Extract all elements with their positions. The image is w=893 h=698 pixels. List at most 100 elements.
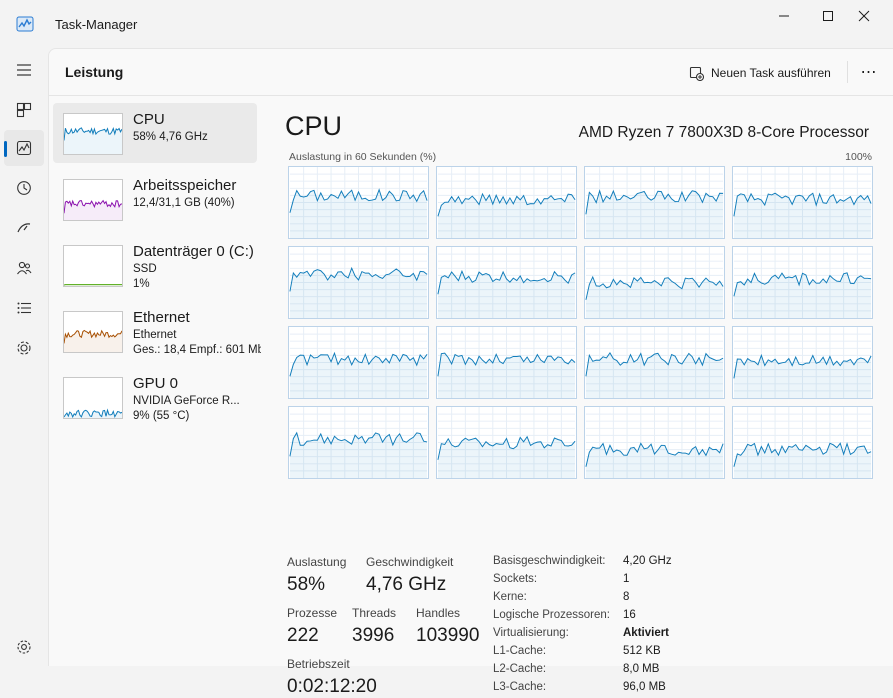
logical-processor-graph	[436, 406, 577, 479]
header-divider	[847, 61, 848, 83]
resource-item-disk[interactable]: Datenträger 0 (C:) SSD 1%	[53, 235, 257, 295]
spec-key-virtualization: Virtualisierung:	[493, 627, 569, 639]
resource-name: CPU	[133, 111, 165, 128]
page-header: Leistung Neuen Task ausführen ⋯	[49, 49, 893, 96]
nav-performance[interactable]	[4, 130, 44, 166]
processes-label: Prozesse	[287, 606, 337, 620]
logical-processor-graph	[436, 246, 577, 319]
close-button[interactable]	[844, 6, 884, 26]
nav-users[interactable]	[4, 250, 44, 286]
logical-processor-graph	[288, 166, 429, 239]
nav-menu-button[interactable]	[4, 52, 44, 88]
core-usage-area	[586, 353, 723, 398]
logical-processor-graph	[288, 406, 429, 479]
logical-processor-graph	[732, 246, 873, 319]
spec-key-l1-cache: L1-Cache:	[493, 645, 546, 657]
speed-label: Geschwindigkeit	[366, 555, 453, 569]
title-bar: Task-Manager	[0, 0, 893, 48]
settings-button[interactable]	[12, 635, 36, 659]
spec-value-virtualization: Aktiviert	[623, 627, 669, 639]
threads-label: Threads	[352, 606, 396, 620]
core-usage-area	[290, 433, 427, 478]
logical-processor-graphs	[288, 166, 873, 484]
resource-item-ethernet[interactable]: Ethernet Ethernet Ges.: 18,4 Empf.: 601 …	[53, 301, 257, 361]
cpu-thumbnail-graph	[63, 113, 123, 155]
nav-processes[interactable]	[4, 92, 44, 128]
graph-max-label: 100%	[845, 151, 872, 163]
details-icon	[16, 300, 32, 316]
thumbnail-usage-area	[64, 331, 122, 353]
run-new-task-label: Neuen Task ausführen	[711, 66, 831, 80]
resource-item-memory[interactable]: Arbeitsspeicher 12,4/31,1 GB (40%)	[53, 169, 257, 229]
utilization-value: 58%	[287, 574, 325, 596]
resource-detail: Ethernet	[133, 329, 261, 341]
resource-name: Ethernet	[133, 309, 190, 326]
resource-detail: 1%	[133, 278, 261, 290]
handles-value: 103990	[416, 625, 479, 647]
window-title: Task-Manager	[55, 17, 137, 32]
spec-value-l1-cache: 512 KB	[623, 645, 661, 657]
uptime-value: 0:02:12:20	[287, 676, 377, 698]
processes-icon	[16, 102, 32, 118]
startup-icon	[16, 220, 32, 236]
nav-services[interactable]	[4, 330, 44, 366]
spec-value-sockets: 1	[623, 573, 629, 585]
disk-thumbnail-graph	[63, 245, 123, 287]
users-icon	[16, 260, 32, 276]
detail-title: CPU	[285, 111, 342, 142]
nav-startup[interactable]	[4, 210, 44, 246]
resource-item-cpu[interactable]: CPU 58% 4,76 GHz	[53, 103, 257, 163]
resource-name: Datenträger 0 (C:)	[133, 243, 254, 260]
spec-key-logical-processors: Logische Prozessoren:	[493, 609, 610, 621]
spec-key-base-speed: Basisgeschwindigkeit:	[493, 555, 606, 567]
resource-item-gpu[interactable]: GPU 0 NVIDIA GeForce R... 9% (55 °C)	[53, 367, 257, 427]
app-history-icon	[16, 180, 32, 196]
threads-value: 3996	[352, 625, 394, 647]
logical-processor-graph	[584, 326, 725, 399]
navigation-rail	[0, 48, 48, 665]
minimize-button[interactable]	[764, 6, 804, 26]
core-usage-area	[290, 190, 427, 238]
resource-detail: 9% (55 °C)	[133, 410, 261, 422]
spec-key-sockets: Sockets:	[493, 573, 537, 585]
resource-list: CPU 58% 4,76 GHz Arbeitsspeicher 12,4/31…	[53, 103, 263, 433]
resource-detail: Ges.: 18,4 Empf.: 601 Mb	[133, 344, 261, 356]
logical-processor-graph	[584, 406, 725, 479]
core-usage-area	[734, 273, 871, 318]
uptime-label: Betriebszeit	[287, 657, 350, 671]
speed-value: 4,76 GHz	[366, 574, 446, 596]
nav-details[interactable]	[4, 290, 44, 326]
resource-name: Arbeitsspeicher	[133, 177, 236, 194]
minimize-icon	[778, 10, 790, 22]
maximize-icon	[822, 10, 834, 22]
nav-app-history[interactable]	[4, 170, 44, 206]
resource-detail: 58% 4,76 GHz	[133, 131, 261, 143]
memory-thumbnail-graph	[63, 179, 123, 221]
resource-detail: 12,4/31,1 GB (40%)	[133, 197, 261, 209]
spec-key-l3-cache: L3-Cache:	[493, 681, 546, 693]
ethernet-thumbnail-graph	[63, 311, 123, 353]
resource-detail: SSD	[133, 263, 261, 275]
maximize-button[interactable]	[808, 6, 848, 26]
logical-processor-graph	[288, 246, 429, 319]
services-icon	[16, 340, 32, 356]
handles-label: Handles	[416, 606, 460, 620]
gpu-thumbnail-graph	[63, 377, 123, 419]
page-title: Leistung	[65, 64, 123, 80]
main-panel: Leistung Neuen Task ausführen ⋯ CPU 58% …	[48, 48, 893, 666]
menu-icon	[16, 62, 32, 78]
core-usage-area	[586, 277, 723, 318]
run-new-task-button[interactable]: Neuen Task ausführen	[689, 63, 831, 83]
logical-processor-graph	[288, 326, 429, 399]
spec-value-l3-cache: 96,0 MB	[623, 681, 666, 693]
spec-value-cores: 8	[623, 591, 629, 603]
logical-processor-graph	[584, 166, 725, 239]
logical-processor-graph	[732, 406, 873, 479]
close-icon	[858, 10, 870, 22]
task-manager-app-icon	[16, 15, 34, 33]
more-options-button[interactable]: ⋯	[849, 59, 889, 85]
active-indicator	[4, 141, 7, 157]
performance-icon	[16, 140, 32, 156]
spec-value-logical-processors: 16	[623, 609, 636, 621]
new-task-icon	[689, 66, 704, 81]
